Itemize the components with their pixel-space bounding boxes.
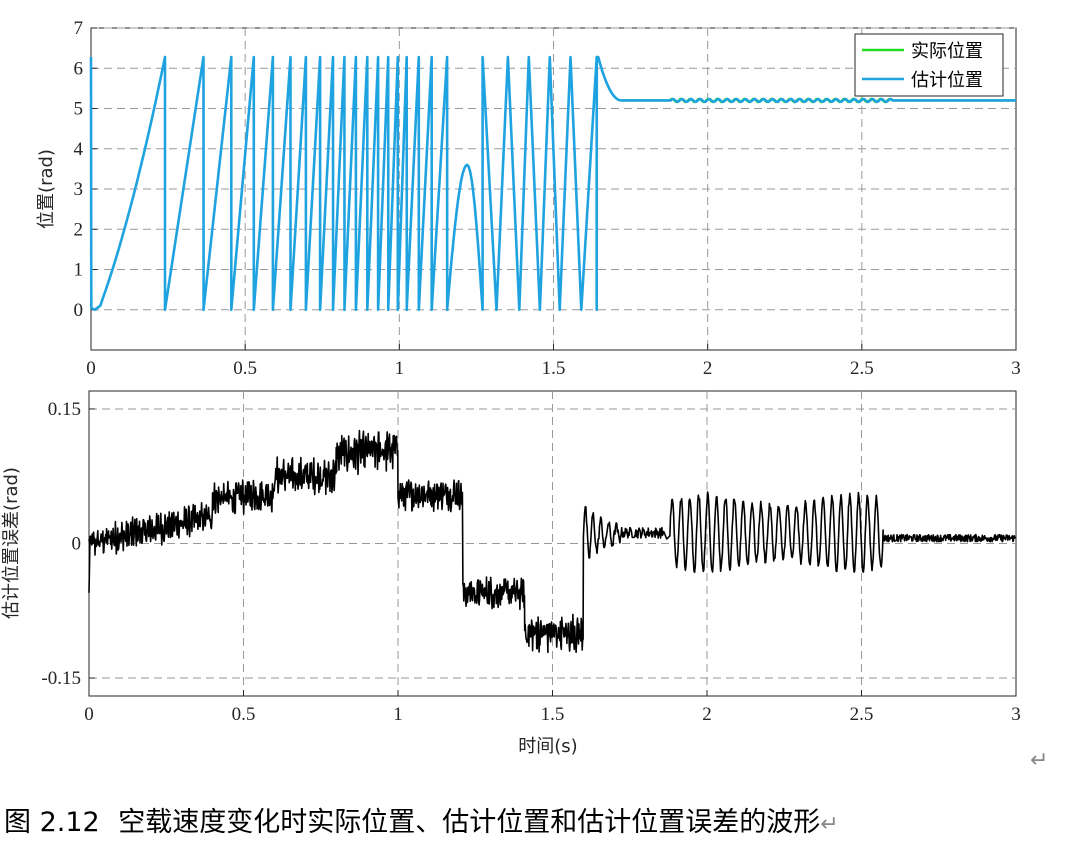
caption-prefix: 图 2.12 (4, 807, 100, 838)
position-x-tick-label: 1 (395, 358, 405, 379)
position-x-tick-label: 3 (1011, 358, 1021, 379)
figure-caption: 图 2.12 空载速度变化时实际位置、估计位置和估计位置误差的波形↵ (4, 800, 839, 839)
error-y-tick-label: 0 (72, 534, 82, 555)
position-y-tick-label: 1 (74, 260, 84, 281)
caption-return-mark: ↵ (820, 812, 839, 837)
figure: 0 0.5 1 1.5 2 2.5 3 0 1 2 3 4 5 6 7 位置(rad) 实际位置 估计位置… (1, 18, 1021, 757)
legend-label-actual: 实际位置 (911, 41, 983, 62)
error-y-ticks: -0.15 0 0.15 (41, 399, 95, 689)
position-y-axis-label: 位置(rad) (36, 149, 57, 229)
position-y-tick-label: 5 (74, 99, 84, 120)
position-y-tick-label: 3 (74, 179, 84, 200)
error-x-tick-label: 1 (393, 704, 403, 725)
position-legend: 实际位置 估计位置 (854, 33, 1004, 97)
position-x-tick-label: 2.5 (850, 358, 874, 379)
error-y-axis-label: 估计位置误差(rad) (1, 467, 22, 619)
error-x-tick-label: 0 (84, 704, 94, 725)
error-x-tick-label: 0.5 (232, 704, 256, 725)
position-chart: 0 0.5 1 1.5 2 2.5 3 0 1 2 3 4 5 6 7 位置(rad) 实际位置 估计位置 (36, 18, 1021, 379)
return-mark: ↵ (1030, 748, 1049, 773)
error-x-tick-label: 2 (702, 704, 712, 725)
error-chart: 0 0.5 1 1.5 2 2.5 3 -0.1500.15 估计位置误差(rad) 时间(… (1, 390, 1021, 757)
caption-text: 空载速度变化时实际位置、估计位置和估计位置误差的波形 (118, 807, 821, 838)
position-x-tick-label: 2 (703, 358, 713, 379)
error-y-tick-label: -0.15 (41, 668, 81, 689)
error-x-axis-label: 时间(s) (518, 736, 577, 757)
position-x-tick-label: 0 (86, 358, 96, 379)
position-y-tick-label: 4 (74, 139, 84, 160)
position-y-tick-label: 2 (74, 219, 84, 240)
position-y-tick-label: 6 (74, 58, 84, 79)
error-x-tick-label: 1.5 (541, 704, 565, 725)
legend-label-estimated: 估计位置 (911, 70, 983, 91)
error-x-tick-label: 2.5 (850, 704, 874, 725)
position-x-tick-label: 0.5 (233, 358, 257, 379)
position-x-tick-label: 1.5 (542, 358, 566, 379)
position-y-tick-label: 0 (74, 300, 84, 321)
error-y-tick-label: 0.15 (48, 399, 81, 420)
position-y-tick-label: 7 (74, 18, 84, 39)
error-x-tick-label: 3 (1011, 704, 1021, 725)
